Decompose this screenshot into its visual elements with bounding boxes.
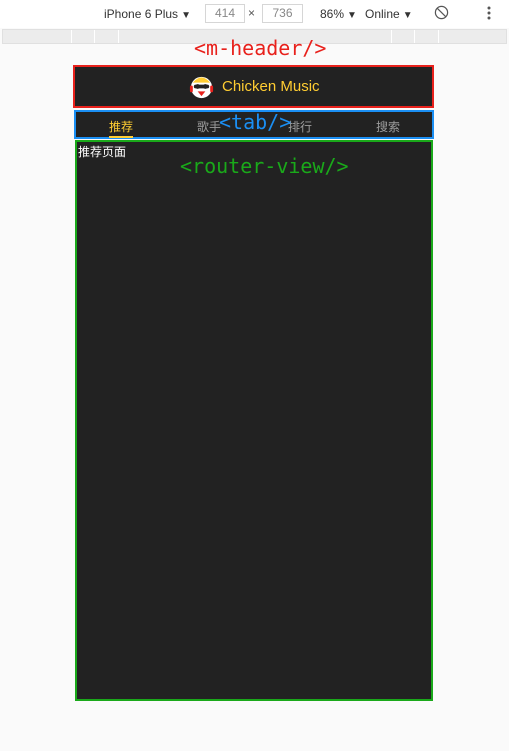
more-vert-icon[interactable] <box>484 5 494 21</box>
device-label: iPhone 6 Plus <box>104 7 179 21</box>
zoom-select[interactable]: 86% ▼ <box>320 7 357 21</box>
tab-search[interactable]: 搜索 <box>376 118 400 135</box>
devtools-toolbar: iPhone 6 Plus ▼ 414 × 736 86% ▼ Online ▼ <box>0 0 509 28</box>
recommend-page-text: 推荐页面 <box>78 145 127 159</box>
tab-recommend[interactable]: 推荐 <box>109 118 134 138</box>
device-select[interactable]: iPhone 6 Plus ▼ <box>104 7 191 21</box>
chevron-down-icon: ▼ <box>402 10 413 21</box>
header-title: Chicken Music <box>222 78 320 95</box>
width-field[interactable]: 414 <box>205 4 245 23</box>
chicken-logo-icon <box>189 76 214 99</box>
rotate-icon[interactable] <box>434 5 449 20</box>
chevron-down-icon: ▼ <box>347 10 357 21</box>
zoom-label: 86% <box>320 7 345 21</box>
router-view: 推荐页面 <box>75 140 433 701</box>
chevron-down-icon: ▼ <box>181 10 191 21</box>
tab-rank[interactable]: 排行 <box>288 118 312 135</box>
throttle-label: Online <box>365 7 400 21</box>
throttle-select[interactable]: Online ▼ <box>365 7 413 21</box>
router-view-annotation: <router-view/> <box>180 154 349 178</box>
m-header: Chicken Music <box>73 65 434 108</box>
tab-annotation: <tab/> <box>219 110 292 134</box>
header-annotation: <m-header/> <box>194 36 327 60</box>
height-field[interactable]: 736 <box>262 4 303 23</box>
tab-singer[interactable]: 歌手 <box>197 118 221 135</box>
times-separator: × <box>248 6 256 20</box>
